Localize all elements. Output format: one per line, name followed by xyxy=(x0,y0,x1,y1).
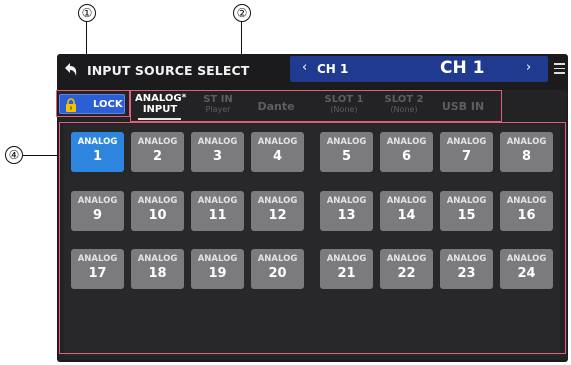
prev-channel-icon[interactable]: ‹ xyxy=(302,60,307,75)
channel-selector: ‹ CH 1 CH 1 › xyxy=(290,56,548,82)
back-arrow-icon[interactable] xyxy=(61,60,81,80)
callout-4: ④ xyxy=(5,146,23,164)
callout-1: ① xyxy=(78,4,96,22)
annotation-box-tabs xyxy=(130,90,502,122)
menu-icon[interactable] xyxy=(554,63,565,75)
callout-4-leader xyxy=(23,155,59,157)
prev-channel-label[interactable]: CH 1 xyxy=(317,62,348,76)
next-channel-icon[interactable]: › xyxy=(526,60,531,75)
annotation-box-lock xyxy=(56,90,130,117)
title-bar: INPUT SOURCE SELECT ‹ CH 1 CH 1 › xyxy=(57,54,568,84)
page-title: INPUT SOURCE SELECT xyxy=(87,63,250,78)
channel-name: CH 1 xyxy=(440,58,485,78)
annotation-box-grid xyxy=(59,122,566,354)
callout-2: ② xyxy=(233,4,251,22)
